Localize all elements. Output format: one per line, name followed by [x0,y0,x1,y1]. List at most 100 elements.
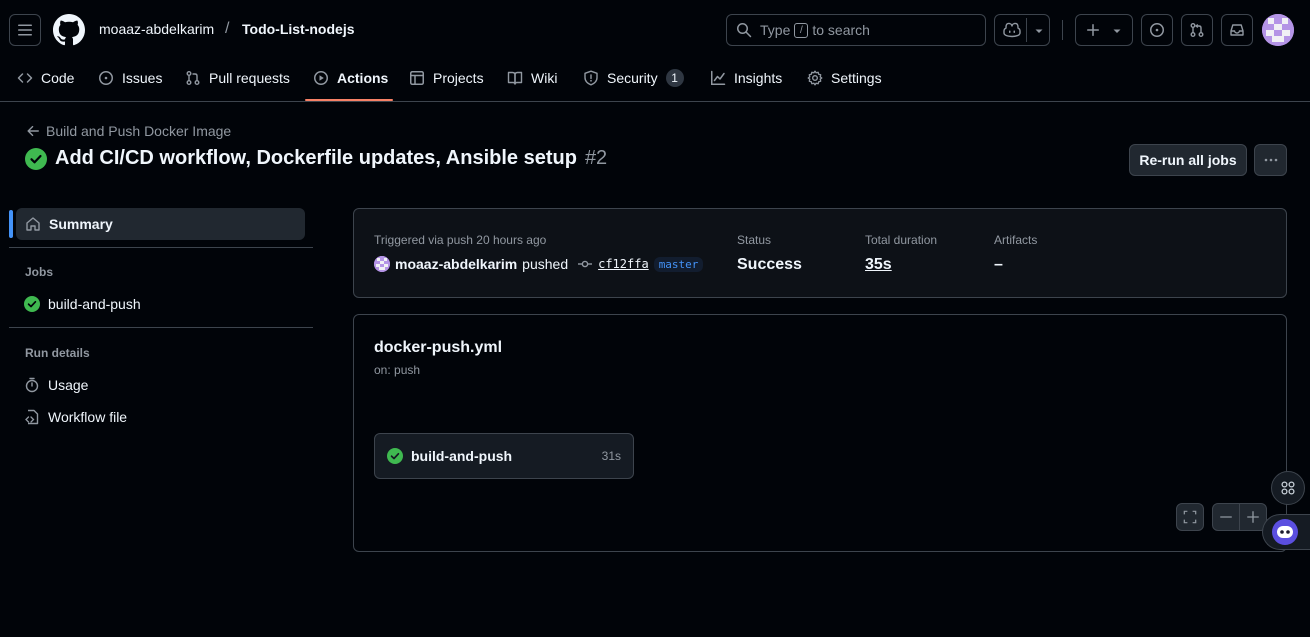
copilot-icon [1003,22,1021,38]
stopwatch-icon [25,377,39,393]
tab-projects-label: Projects [433,70,484,86]
workflow-graph-panel: docker-push.yml on: push build-and-push … [353,314,1287,552]
sidebar-item-job[interactable]: build-and-push [24,296,141,312]
issue-opened-icon [1150,23,1164,37]
check-circle-fill-icon [387,448,403,464]
repo-nav: Code Issues Pull requests Actions Projec… [0,62,1310,102]
zoom-out-button[interactable] [1212,503,1240,531]
tab-pull-requests-label: Pull requests [209,70,290,86]
workflow-trigger: on: push [374,363,421,377]
create-new-button[interactable] [1075,14,1133,46]
jobs-heading: Jobs [25,265,54,279]
assistant-widget[interactable] [1262,514,1310,550]
pull-request-icon [1190,23,1204,37]
tab-pull-requests[interactable]: Pull requests [185,62,290,94]
run-number: #2 [584,147,608,169]
tab-wiki-label: Wiki [531,70,558,86]
issue-icon [99,71,113,85]
copilot-divider [1026,18,1027,42]
workflow-file-name: docker-push.yml [374,339,503,356]
tab-projects[interactable]: Projects [409,62,484,94]
tab-actions[interactable]: Actions [313,62,388,94]
check-circle-fill-icon [25,147,47,170]
copilot-button[interactable] [994,14,1050,46]
tab-security[interactable]: Security 1 [583,62,684,94]
status-label: Status [737,233,772,247]
run-summary-panel: Triggered via push 20 hours ago moaaz-ab… [353,208,1287,298]
actor-avatar[interactable] [374,256,390,272]
tab-code[interactable]: Code [17,62,74,94]
repo-owner-link[interactable]: moaaz-abdelkarim [99,21,214,37]
tab-issues-label: Issues [122,70,163,86]
pull-requests-button[interactable] [1181,14,1213,46]
tab-actions-label: Actions [337,70,389,86]
git-commit-icon [578,260,593,268]
tab-insights-label: Insights [734,70,783,86]
sidebar-item-workflow-file[interactable]: Workflow file [24,409,127,425]
job-card[interactable]: build-and-push 31s [374,433,634,479]
github-logo-icon[interactable] [53,14,85,46]
job-duration: 31s [601,449,621,463]
workflow-back-link[interactable]: Build and Push Docker Image [26,123,231,139]
search-input[interactable]: Type / to search [726,14,986,46]
table-icon [410,71,424,85]
tab-security-label: Security [607,70,658,86]
duration-value[interactable]: 35s [865,256,892,274]
extension-widget-button[interactable] [1271,471,1305,505]
shield-icon [584,70,598,86]
grid-icon [1281,481,1295,495]
more-options-button[interactable] [1254,144,1287,176]
search-icon [737,23,752,38]
sidebar-item-label: Usage [48,377,89,393]
branch-label[interactable]: master [653,256,704,272]
user-avatar[interactable] [1262,14,1294,46]
check-circle-fill-icon [24,296,40,312]
play-icon [314,71,328,85]
active-tab-indicator [305,99,393,101]
artifacts-value: – [994,256,1003,273]
rerun-all-jobs-button[interactable]: Re-run all jobs [1129,144,1247,176]
plus-icon [1247,511,1259,523]
trigger-row: moaaz-abdelkarim pushed cf12ffa master [374,256,704,272]
actor-link[interactable]: moaaz-abdelkarim [395,256,517,272]
issues-button[interactable] [1141,14,1173,46]
home-icon [26,217,40,231]
search-placeholder-prefix: Type [760,22,791,38]
sidebar-item-summary[interactable]: Summary [16,208,305,240]
job-name: build-and-push [411,448,513,464]
tab-insights[interactable]: Insights [710,62,782,94]
dash-icon [1220,516,1232,518]
chevron-down-icon[interactable] [1034,26,1044,36]
repo-name-link[interactable]: Todo-List-nodejs [242,21,355,37]
security-count-badge: 1 [665,69,684,87]
tab-code-label: Code [41,70,75,86]
run-title: Add CI/CD workflow, Dockerfile updates, … [55,147,577,169]
screen-full-icon [1183,510,1197,524]
book-icon [507,71,523,85]
menu-button[interactable] [9,14,41,46]
inbox-icon [1230,24,1244,36]
tab-wiki[interactable]: Wiki [507,62,557,94]
tab-settings-label: Settings [831,70,882,86]
artifacts-label: Artifacts [994,233,1038,247]
sidebar-item-label: build-and-push [48,296,141,312]
header-divider [1062,20,1063,40]
tab-settings[interactable]: Settings [807,62,882,94]
action-text: pushed [522,256,569,272]
graph-icon [711,70,726,85]
chevron-down-icon [1113,29,1121,33]
fullscreen-button[interactable] [1176,503,1204,531]
status-value: Success [737,256,802,273]
tab-issues[interactable]: Issues [98,62,162,94]
commit-sha-link[interactable]: cf12ffa [598,257,649,271]
sidebar-item-label: Summary [49,216,113,232]
workflow-name: Build and Push Docker Image [46,123,232,139]
breadcrumb-separator: / [225,20,230,37]
sidebar-item-usage[interactable]: Usage [24,377,88,393]
inbox-button[interactable] [1221,14,1253,46]
robot-assistant-icon [1272,519,1298,545]
sidebar-active-indicator [9,210,13,238]
run-details-heading: Run details [25,346,90,360]
app-header: moaaz-abdelkarim / Todo-List-nodejs Type… [0,0,1310,102]
gear-icon [807,70,823,86]
